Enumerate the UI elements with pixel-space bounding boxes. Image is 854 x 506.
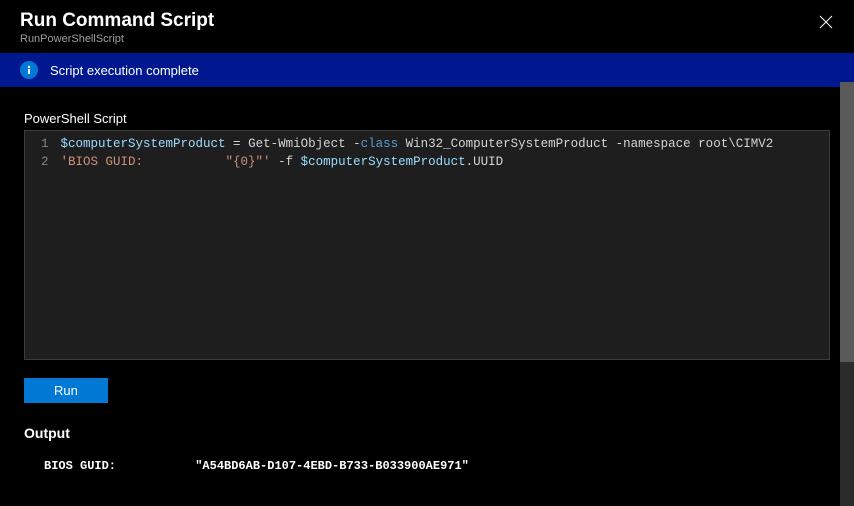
line-number: 2: [41, 153, 49, 171]
code-token: $computerSystemProduct: [61, 137, 226, 151]
code-token: -namespace root\CIMV2: [616, 137, 774, 151]
info-icon: [20, 61, 38, 79]
scrollbar-thumb[interactable]: [840, 82, 854, 362]
code-token: Win32_ComputerSystemProduct: [398, 137, 616, 151]
status-message: Script execution complete: [50, 63, 199, 78]
code-token: =: [226, 137, 249, 151]
line-numbers: 1 2: [25, 131, 61, 359]
line-number: 1: [41, 135, 49, 153]
code-token: UUID: [473, 155, 503, 169]
output-label: Output: [24, 425, 830, 441]
code-token: $computerSystemProduct: [301, 155, 466, 169]
status-bar: Script execution complete: [0, 53, 854, 87]
code-token: -f: [271, 155, 301, 169]
panel-title: Run Command Script: [20, 10, 834, 32]
code-token: 'BIOS GUID: "{0}"': [61, 155, 271, 169]
run-button[interactable]: Run: [24, 378, 108, 403]
code-content[interactable]: $computerSystemProduct = Get-WmiObject -…: [61, 131, 829, 359]
code-token: Get-WmiObject: [248, 137, 346, 151]
panel-subtitle: RunPowerShellScript: [20, 33, 834, 45]
code-token: -: [346, 137, 361, 151]
script-label: PowerShell Script: [24, 111, 830, 126]
output-content: BIOS GUID: "A54BD6AB-D107-4EBD-B733-B033…: [24, 451, 830, 481]
panel-header: Run Command Script RunPowerShellScript: [0, 0, 854, 53]
content-area: PowerShell Script 1 2 $computerSystemPro…: [0, 87, 854, 481]
close-button[interactable]: [816, 12, 836, 32]
code-token: class: [361, 137, 399, 151]
scrollbar[interactable]: [840, 82, 854, 506]
output-section: Output BIOS GUID: "A54BD6AB-D107-4EBD-B7…: [24, 425, 830, 481]
code-editor[interactable]: 1 2 $computerSystemProduct = Get-WmiObje…: [24, 130, 830, 360]
code-token: .: [466, 155, 474, 169]
close-icon: [819, 15, 833, 29]
